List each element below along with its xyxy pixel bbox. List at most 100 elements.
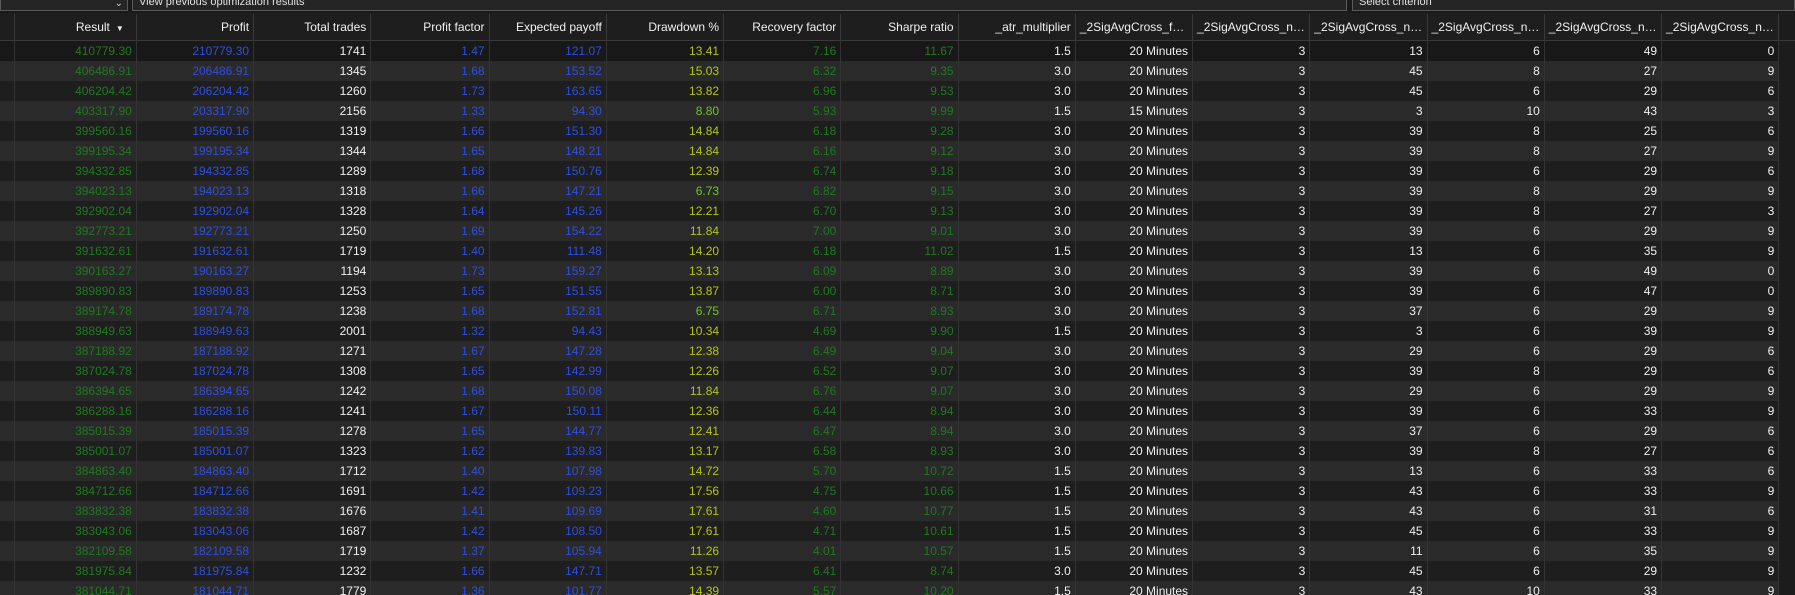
row-scroll-spacer: [1778, 181, 1795, 201]
table-row[interactable]: 386288.16 186288.16 1241 1.67 150.11 12.36 6.4…: [0, 401, 1795, 421]
cell-expected-payoff: 111.48: [489, 241, 607, 261]
cell-param-5: 9: [1661, 561, 1780, 581]
cell-result: 384712.66: [14, 481, 137, 501]
cell-profit-factor: 1.40: [370, 461, 490, 481]
cell-param-5: 6: [1661, 341, 1780, 361]
cell-recovery-factor: 6.82: [723, 181, 842, 201]
row-scroll-spacer: [1778, 101, 1795, 121]
table-row[interactable]: 382109.58 182109.58 1719 1.37 105.94 11.26 4.0…: [0, 541, 1795, 561]
cell-recovery-factor: 6.49: [723, 341, 842, 361]
cell-timeframe: 20 Minutes: [1075, 40, 1194, 61]
row-scroll-spacer: [1778, 81, 1795, 101]
table-row[interactable]: 399195.34 199195.34 1344 1.65 148.21 14.84 6.1…: [0, 141, 1795, 161]
previous-results-dropdown[interactable]: View previous optimization results: [132, 0, 1347, 11]
table-row[interactable]: 410779.30 210779.30 1741 1.47 121.07 13.41 7.1…: [0, 40, 1795, 61]
table-row[interactable]: 391632.61 191632.61 1719 1.40 111.48 14.20 6.1…: [0, 241, 1795, 261]
cell-drawdown: 14.39: [606, 581, 725, 595]
column-header-profit-factor[interactable]: Profit factor: [370, 14, 490, 41]
column-header-param-2[interactable]: _2SigAvgCross_ni...: [1309, 14, 1428, 41]
column-header-total-trades[interactable]: Total trades: [253, 14, 372, 41]
column-header-profit[interactable]: Profit: [136, 14, 255, 41]
table-row[interactable]: 389174.78 189174.78 1238 1.68 152.81 6.75 6.71…: [0, 301, 1795, 321]
cell-param-1: 3: [1192, 301, 1311, 321]
cell-param-2: 39: [1309, 281, 1428, 301]
cell-param-4: 29: [1544, 561, 1663, 581]
cell-total-trades: 1194: [253, 261, 372, 281]
table-row[interactable]: 390163.27 190163.27 1194 1.73 159.27 13.13 6.0…: [0, 261, 1795, 281]
table-row[interactable]: 406204.42 206204.42 1260 1.73 163.65 13.82 6.9…: [0, 81, 1795, 101]
cell-expected-payoff: 152.81: [489, 301, 607, 321]
table-row[interactable]: 385015.39 185015.39 1278 1.65 144.77 12.41 6.4…: [0, 421, 1795, 441]
column-header-recovery-factor[interactable]: Recovery factor: [723, 14, 842, 41]
cell-sharpe-ratio: 8.93: [840, 441, 959, 461]
cell-profit-factor: 1.67: [370, 341, 490, 361]
column-header-atr-multiplier[interactable]: _atr_multiplier: [958, 14, 1076, 41]
cell-sharpe-ratio: 9.04: [840, 341, 959, 361]
table-row[interactable]: 399560.16 199560.16 1319 1.66 151.30 14.84 6.1…: [0, 121, 1795, 141]
cell-param-2: 29: [1309, 341, 1428, 361]
column-header-result[interactable]: Result ▼: [14, 14, 137, 41]
table-row[interactable]: 381044.71 181044.71 1779 1.36 101.77 14.39 5.5…: [0, 581, 1795, 595]
cell-param-5: 0: [1661, 261, 1780, 281]
table-row[interactable]: 385001.07 185001.07 1323 1.62 139.83 13.17 6.5…: [0, 441, 1795, 461]
table-row[interactable]: 387024.78 187024.78 1308 1.65 142.99 12.26 6.5…: [0, 361, 1795, 381]
column-header-param-5[interactable]: _2SigAvgCross_nika...: [1661, 14, 1780, 41]
cell-param-5: 6: [1661, 461, 1780, 481]
cell-result: 394023.13: [14, 181, 137, 201]
cell-total-trades: 1318: [253, 181, 372, 201]
cell-sharpe-ratio: 11.67: [840, 40, 959, 61]
table-row[interactable]: 392773.21 192773.21 1250 1.69 154.22 11.84 7.0…: [0, 221, 1795, 241]
table-row[interactable]: 394332.85 194332.85 1289 1.68 150.76 12.39 6.7…: [0, 161, 1795, 181]
table-row[interactable]: 387188.92 187188.92 1271 1.67 147.28 12.38 6.4…: [0, 341, 1795, 361]
cell-param-1: 3: [1192, 501, 1311, 521]
cell-profit: 181975.84: [136, 561, 255, 581]
column-header-expected-payoff[interactable]: Expected payoff: [489, 14, 607, 41]
cell-param-3: 6: [1427, 321, 1545, 341]
cell-total-trades: 1319: [253, 121, 372, 141]
cell-param-5: 3: [1661, 201, 1780, 221]
cell-result: 390163.27: [14, 261, 137, 281]
cell-profit-factor: 1.65: [370, 421, 490, 441]
cell-timeframe: 20 Minutes: [1075, 401, 1194, 421]
column-header-drawdown[interactable]: Drawdown %: [606, 14, 725, 41]
table-row[interactable]: 381975.84 181975.84 1232 1.66 147.71 13.57 6.4…: [0, 561, 1795, 581]
table-row[interactable]: 384863.40 184863.40 1712 1.40 107.98 14.72 5.7…: [0, 461, 1795, 481]
row-stub: [0, 401, 15, 421]
row-stub: [0, 441, 15, 461]
cell-param-3: 10: [1427, 101, 1545, 121]
criterion-dropdown[interactable]: Select criterion: [1352, 0, 1795, 11]
table-row[interactable]: 389890.83 189890.83 1253 1.65 151.55 13.87 6.0…: [0, 281, 1795, 301]
column-header-sharpe-ratio[interactable]: Sharpe ratio: [840, 14, 959, 41]
column-header-param-4[interactable]: _2SigAvgCross_ni...: [1544, 14, 1663, 41]
cell-total-trades: 1260: [253, 81, 372, 101]
cell-expected-payoff: 142.99: [489, 361, 607, 381]
previous-results-dropdown-value: View previous optimization results: [139, 0, 305, 8]
cell-total-trades: 2156: [253, 101, 372, 121]
optimization-dropdown[interactable]: ⌄: [0, 0, 128, 11]
cell-param-4: 33: [1544, 581, 1663, 595]
cell-param-3: 6: [1427, 161, 1545, 181]
cell-param-1: 3: [1192, 581, 1311, 595]
results-grid: Result ▼ Profit Total trades Profit facto…: [0, 14, 1795, 595]
table-row[interactable]: 403317.90 203317.90 2156 1.33 94.30 8.80 5.93 9…: [0, 101, 1795, 121]
table-row[interactable]: 406486.91 206486.91 1345 1.68 153.52 15.03 6.3…: [0, 61, 1795, 81]
table-row[interactable]: 386394.65 186394.65 1242 1.68 150.08 11.84 6.7…: [0, 381, 1795, 401]
cell-recovery-factor: 7.00: [723, 221, 842, 241]
cell-param-2: 45: [1309, 521, 1428, 541]
column-header-timeframe[interactable]: _2SigAvgCross_fra...: [1075, 14, 1194, 41]
cell-drawdown: 13.41: [606, 40, 725, 61]
column-header-param-1[interactable]: _2SigAvgCross_ni...: [1192, 14, 1311, 41]
table-row[interactable]: 394023.13 194023.13 1318 1.66 147.21 6.73 6.82…: [0, 181, 1795, 201]
table-row[interactable]: 392902.04 192902.04 1328 1.64 145.26 12.21 6.7…: [0, 201, 1795, 221]
table-row[interactable]: 383043.06 183043.06 1687 1.42 108.50 17.61 4.7…: [0, 521, 1795, 541]
row-stub: [0, 481, 15, 501]
cell-param-2: 3: [1309, 101, 1428, 121]
cell-expected-payoff: 150.08: [489, 381, 607, 401]
table-row[interactable]: 388949.63 188949.63 2001 1.32 94.43 10.34 4.69…: [0, 321, 1795, 341]
row-scroll-spacer: [1778, 401, 1795, 421]
cell-param-1: 3: [1192, 561, 1311, 581]
table-row[interactable]: 383832.38 183832.38 1676 1.41 109.69 17.61 4.6…: [0, 501, 1795, 521]
criterion-dropdown-value: Select criterion: [1359, 0, 1432, 8]
column-header-param-3[interactable]: _2SigAvgCross_ni...: [1427, 14, 1545, 41]
table-row[interactable]: 384712.66 184712.66 1691 1.42 109.23 17.56 4.7…: [0, 481, 1795, 501]
